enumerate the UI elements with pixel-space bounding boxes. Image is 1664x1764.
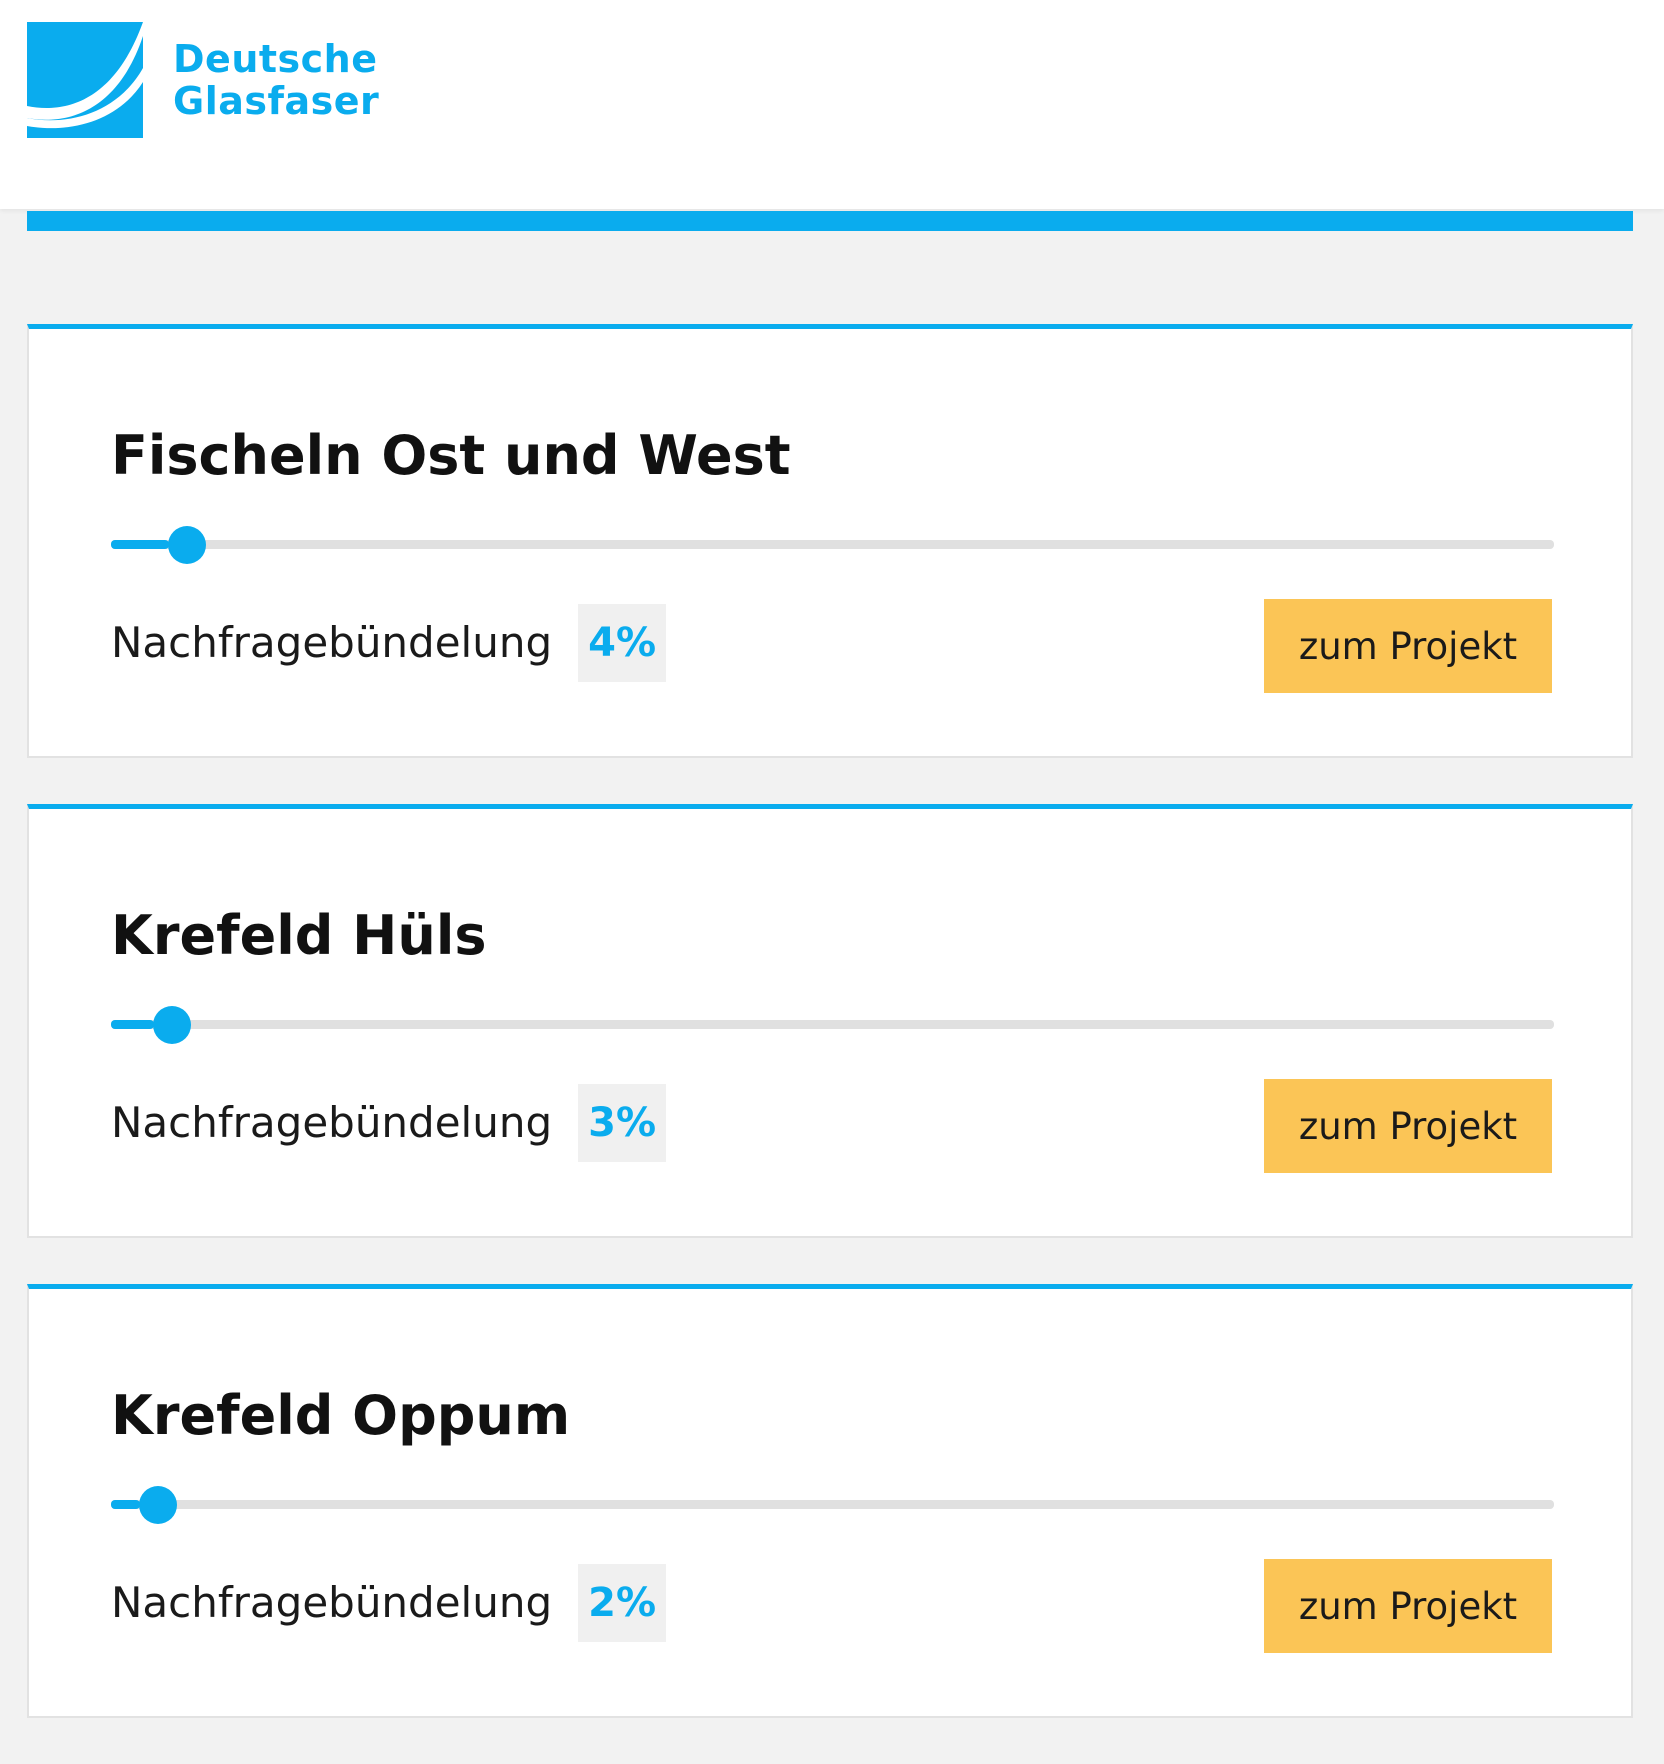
demand-percent-badge: 2% [578, 1564, 667, 1642]
demand-label: Nachfragebündelung [111, 1098, 553, 1147]
demand-label: Nachfragebündelung [111, 1578, 553, 1627]
demand-progress-bar [111, 1005, 1554, 1045]
logo-line-2: Glasfaser [173, 79, 380, 123]
accent-strip [27, 211, 1633, 231]
progress-fill [111, 540, 169, 549]
project-title: Krefeld Oppum [111, 1384, 571, 1447]
demand-stat: Nachfragebündelung 4% [111, 604, 667, 682]
progress-knob [167, 526, 206, 564]
logo-mark-icon [27, 22, 143, 138]
to-project-button[interactable]: zum Projekt [1264, 599, 1552, 693]
project-card: Krefeld Hüls Nachfragebündelung 3% zum P… [27, 804, 1633, 1238]
progress-track [111, 1020, 1554, 1029]
to-project-button[interactable]: zum Projekt [1264, 1559, 1552, 1653]
progress-fill [111, 1020, 155, 1029]
demand-label: Nachfragebündelung [111, 618, 553, 667]
to-project-button[interactable]: zum Projekt [1264, 1079, 1552, 1173]
site-header: Deutsche Glasfaser [0, 0, 1664, 209]
demand-progress-bar [111, 1485, 1554, 1525]
project-list: Fischeln Ost und West Nachfragebündelung… [27, 324, 1633, 1764]
progress-fill [111, 1500, 140, 1509]
deutsche-glasfaser-logo[interactable]: Deutsche Glasfaser [27, 22, 379, 138]
demand-percent-badge: 3% [578, 1084, 667, 1162]
demand-stat: Nachfragebündelung 2% [111, 1564, 667, 1642]
progress-knob [138, 1486, 177, 1524]
project-card: Krefeld Oppum Nachfragebündelung 2% zum … [27, 1284, 1633, 1718]
demand-stat: Nachfragebündelung 3% [111, 1084, 667, 1162]
progress-track [111, 540, 1554, 549]
project-title: Fischeln Ost und West [111, 424, 791, 487]
progress-track [111, 1500, 1554, 1509]
logo-line-1: Deutsche [173, 37, 378, 81]
demand-percent-badge: 4% [578, 604, 667, 682]
project-card: Fischeln Ost und West Nachfragebündelung… [27, 324, 1633, 758]
demand-progress-bar [111, 525, 1554, 565]
logo-wordmark: Deutsche Glasfaser [173, 38, 379, 122]
progress-knob [153, 1006, 192, 1044]
project-title: Krefeld Hüls [111, 904, 487, 967]
